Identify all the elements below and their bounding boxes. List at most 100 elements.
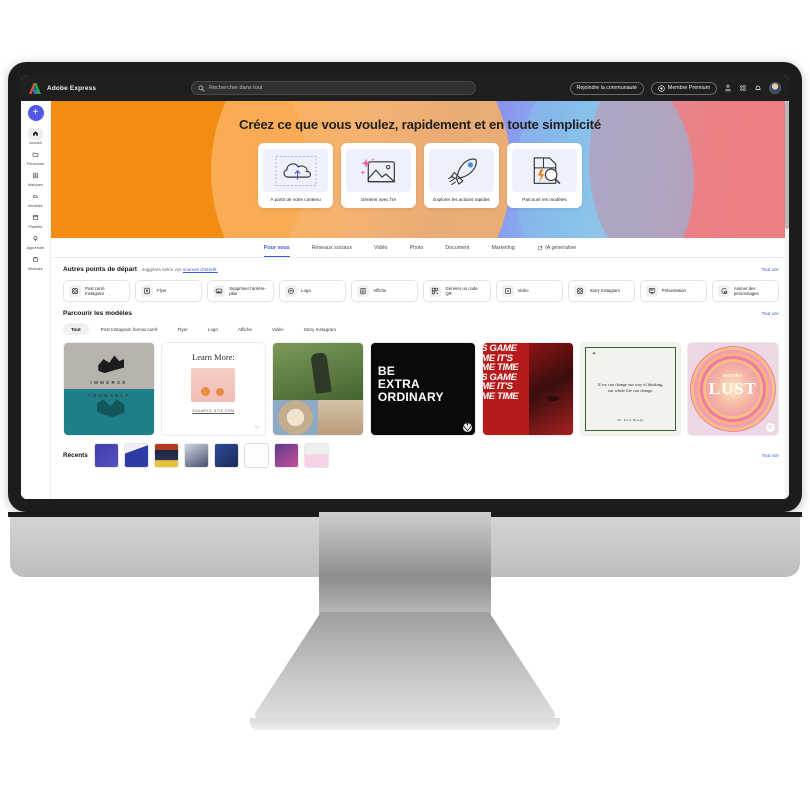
action-card-browse-templates[interactable]: Parcourir les modèles (507, 143, 582, 208)
remove-bg-icon (213, 285, 226, 297)
tab-reseaux-sociaux[interactable]: Réseaux sociaux (312, 245, 352, 257)
join-community-button[interactable]: Rejoindre la communauté (569, 81, 644, 95)
tab-label: IA générative (545, 245, 577, 251)
action-card-quick-actions[interactable]: Explorer les actions rapides (424, 143, 499, 208)
chip-generer-code-qr[interactable]: Générer un code QR (423, 280, 491, 302)
action-card-label: À partir de votre contenu (270, 197, 321, 202)
tab-pour-vous[interactable]: Pour vous (263, 245, 290, 257)
chip-label: Story Instagram (589, 288, 620, 294)
recents-section: Récents Tout voir (51, 436, 789, 476)
filter-story-instagram[interactable]: Story Instagram (296, 323, 344, 335)
filter-tout[interactable]: Tout (63, 323, 89, 335)
template-card-learn-more[interactable]: Learn More: EXAMPLE-SITE.COM ♡ (161, 342, 266, 436)
tab-photo[interactable]: Photo (410, 245, 424, 257)
chip-flyer[interactable]: Flyer (135, 280, 203, 302)
see-all-templates[interactable]: Tout voir (762, 311, 779, 316)
favorite-icon[interactable]: ♡ (462, 421, 473, 434)
sidebar-item-accueil[interactable]: Accueil (23, 126, 49, 146)
chip-label: Logo (301, 288, 311, 294)
main-scrollbar[interactable] (785, 101, 789, 499)
action-card-generate-ai[interactable]: Générer avec l'IA (341, 143, 416, 208)
interests-link[interactable]: sources d'intérêt. (183, 267, 218, 272)
chip-animer-personnages[interactable]: Animer des personnages (711, 280, 779, 302)
chip-affiche[interactable]: Affiche (351, 280, 419, 302)
see-all-recents[interactable]: Tout voir (762, 453, 779, 458)
tab-document[interactable]: Document (445, 245, 469, 257)
apps-grid-icon[interactable] (739, 84, 747, 92)
starting-points-header: Autres points de départ suggérés selon v… (63, 266, 779, 273)
template-top-half: IMMERSE (64, 343, 155, 389)
bell-icon[interactable] (754, 84, 762, 92)
filter-video[interactable]: Vidéo (264, 323, 292, 335)
template-card-wander-lust[interactable]: wander LUST ♡ (686, 342, 779, 436)
tab-video[interactable]: Vidéo (374, 245, 387, 257)
sidebar-item-modules[interactable]: Modules (23, 252, 49, 272)
action-card-from-content[interactable]: À partir de votre contenu (258, 143, 333, 208)
template-card-quote[interactable]: “ If we can change our way of thinking, … (580, 342, 681, 436)
template-line-6: ME TIME (482, 390, 519, 402)
rocket-icon (429, 149, 494, 192)
avatar[interactable] (769, 82, 781, 94)
collage-tile-1 (272, 400, 318, 435)
join-community-label: Rejoindre la communauté (576, 85, 637, 91)
recent-thumb-7[interactable] (273, 443, 299, 468)
sidebar-label-modules: Modules (28, 266, 43, 271)
sidebar-item-apprendre[interactable]: Apprendre (23, 231, 49, 251)
favorite-icon[interactable]: ♡ (765, 423, 775, 432)
recent-thumb-1[interactable] (93, 443, 119, 468)
action-card-label: Explorer les actions rapides (433, 197, 490, 202)
premium-badge-icon (658, 84, 665, 92)
sidebar-item-personnel[interactable]: Personnel (23, 147, 49, 167)
template-line-2: YOURSELF (87, 393, 131, 398)
chip-label: Flyer (157, 288, 167, 294)
recent-thumb-8[interactable] (303, 443, 329, 468)
recent-thumb-6[interactable] (243, 443, 269, 468)
filter-flyer[interactable]: Flyer (170, 323, 196, 335)
presentation-icon (645, 285, 658, 297)
search-input[interactable]: Rechercher dans tout (191, 81, 476, 95)
template-line-1: IMMERSE (90, 380, 128, 385)
adobe-logo-icon[interactable] (29, 82, 41, 94)
chip-story-instagram[interactable]: Story Instagram (567, 280, 635, 302)
sidebar-item-marques[interactable]: Marques (23, 168, 49, 188)
recent-thumb-4[interactable] (183, 443, 209, 468)
person-add-icon[interactable] (724, 84, 732, 92)
quote-frame: “ If we can change our way of thinking, … (585, 347, 676, 431)
chip-presentation[interactable]: Présentation (639, 280, 707, 302)
template-card-immerse-yourself[interactable]: IMMERSE YOURSELF (63, 342, 156, 436)
filter-logo[interactable]: Logo (200, 323, 226, 335)
sidebar-item-planifier[interactable]: Planifier (23, 210, 49, 230)
recent-thumb-5[interactable] (213, 443, 239, 468)
main-scroll-area: Créez ce que vous voulez, rapidement et … (51, 101, 789, 499)
see-all-starting-points[interactable]: Tout voir (762, 267, 779, 272)
section-title: Autres points de départ (63, 266, 138, 273)
poster-icon (357, 285, 370, 297)
template-heading: Learn More: (192, 352, 235, 362)
chip-supprimer-arriere-plan[interactable]: Supprimer l'arrière-plan (207, 280, 275, 302)
template-card-outdoor-collage[interactable] (271, 342, 364, 436)
template-card-its-game-time[interactable]: S GAME ME IT'S ME TIME S GAME ME IT'S ME… (482, 342, 575, 436)
premium-member-button[interactable]: Membre Premium (650, 81, 717, 95)
chip-label: Supprimer l'arrière-plan (229, 285, 266, 296)
chip-post-carre-instagram[interactable]: Post carré Instagram (63, 280, 131, 302)
recent-thumb-3[interactable] (153, 443, 179, 468)
recents-title: Récents (63, 452, 88, 459)
favorite-icon[interactable]: ♡ (252, 423, 262, 432)
tab-ia-generative[interactable]: IA générative (537, 245, 576, 257)
recent-thumb-2[interactable] (123, 443, 149, 468)
modules-icon (28, 254, 43, 266)
chip-label: Affiche (373, 288, 387, 294)
folder-icon (28, 149, 43, 161)
ai-image-icon (346, 149, 411, 192)
starting-points-section: Autres points de départ suggérés selon v… (51, 258, 789, 302)
tab-marketing[interactable]: Marketing (492, 245, 515, 257)
sidebar-item-modeles[interactable]: Modèles (23, 189, 49, 209)
template-card-be-extra-ordinary[interactable]: BE EXTRA ORDINARY ♡ (369, 342, 477, 436)
chip-logo[interactable]: Logo (279, 280, 347, 302)
create-new-button[interactable]: + (27, 105, 44, 121)
collage-tile-2 (317, 400, 363, 435)
scrollbar-thumb[interactable] (785, 101, 789, 229)
chip-video[interactable]: Vidéo (495, 280, 563, 302)
filter-post-instagram-carre[interactable]: Post Instagram format carré (93, 323, 166, 335)
filter-affiche[interactable]: Affiche (230, 323, 260, 335)
